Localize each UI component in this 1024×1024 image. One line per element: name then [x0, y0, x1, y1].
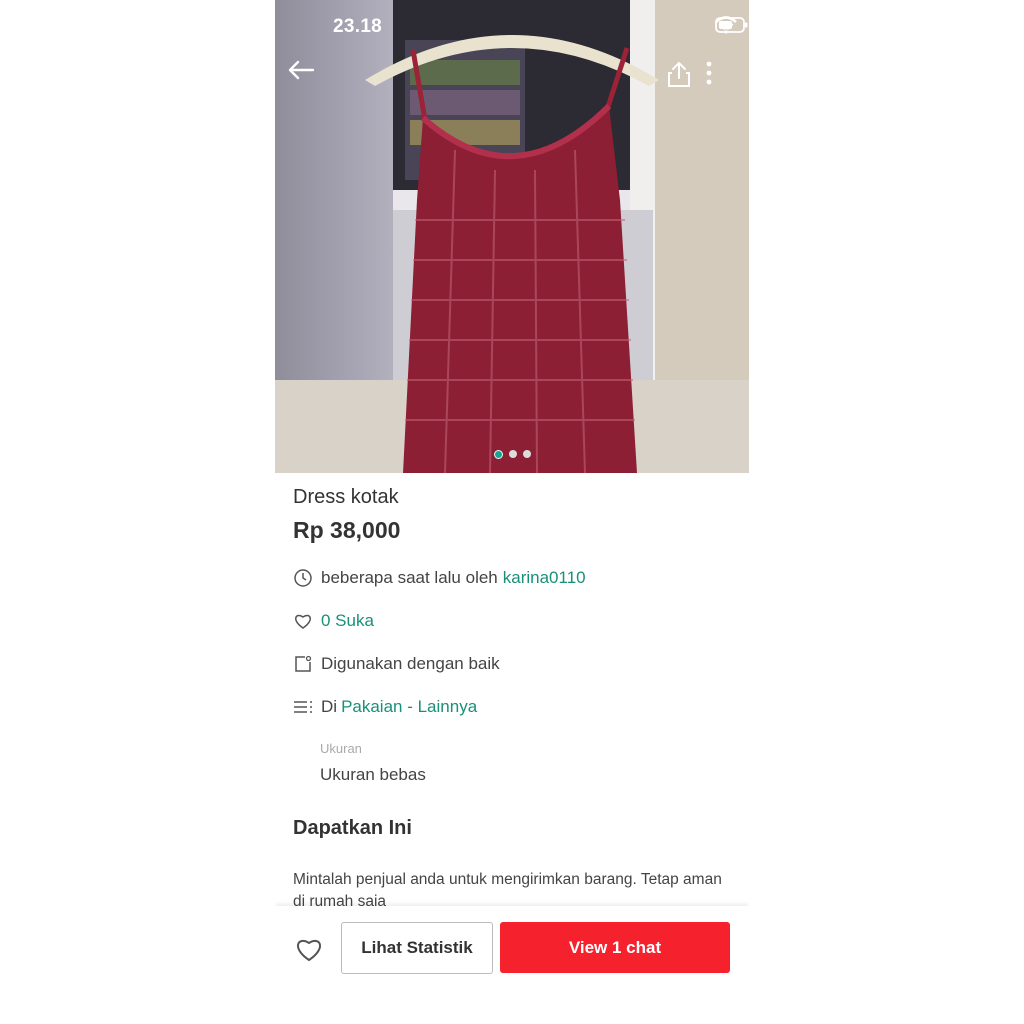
back-arrow-icon	[288, 60, 315, 80]
condition-row: Digunakan dengan baik	[293, 654, 500, 674]
section-title: Dapatkan Ini	[293, 817, 412, 839]
back-button[interactable]	[287, 60, 319, 92]
size-label: Ukuran	[320, 741, 362, 756]
share-button[interactable]	[666, 60, 698, 92]
category-prefix: Di	[321, 697, 338, 716]
more-options-button[interactable]	[705, 60, 737, 92]
battery-icon	[715, 17, 748, 33]
share-icon	[668, 61, 690, 87]
likes-row[interactable]: 0 Suka	[293, 611, 374, 631]
more-vert-icon	[706, 61, 712, 85]
image-pager	[275, 450, 749, 459]
list-icon	[293, 697, 313, 717]
product-details: Dress kotak Rp 38,000 beberapa saat lalu…	[293, 478, 733, 910]
condition-text: Digunakan dengan baik	[321, 654, 500, 673]
status-time: 23.18	[333, 16, 383, 37]
size-value: Ukuran bebas	[320, 765, 426, 784]
likes-count[interactable]: 0 Suka	[321, 611, 374, 631]
view-chat-button[interactable]: View 1 chat	[500, 922, 730, 973]
heart-icon	[293, 611, 313, 631]
clock-icon	[293, 568, 313, 588]
view-stats-button[interactable]: Lihat Statistik	[341, 922, 493, 974]
category-link[interactable]: Pakaian - Lainnya	[341, 697, 477, 717]
product-price: Rp 38,000	[293, 517, 401, 543]
category-row: Di Pakaian - Lainnya	[293, 697, 477, 717]
pager-dot[interactable]	[493, 450, 503, 459]
condition-icon	[293, 654, 313, 674]
product-image[interactable]: 23.18	[275, 0, 749, 473]
posted-text: beberapa saat lalu oleh	[321, 568, 498, 587]
favorite-button[interactable]	[291, 931, 327, 967]
product-title: Dress kotak	[293, 486, 399, 508]
pager-dot[interactable]	[522, 450, 531, 458]
heart-icon	[297, 940, 321, 962]
posted-row: beberapa saat lalu oleh karina0110	[293, 568, 586, 588]
bottom-action-bar: Lihat Statistik View 1 chat	[275, 906, 749, 986]
seller-link[interactable]: karina0110	[503, 568, 586, 588]
app-screen: 23.18 Dress kotak Rp 38,000 beberapa saa…	[275, 0, 749, 1024]
pager-dot[interactable]	[508, 450, 517, 458]
